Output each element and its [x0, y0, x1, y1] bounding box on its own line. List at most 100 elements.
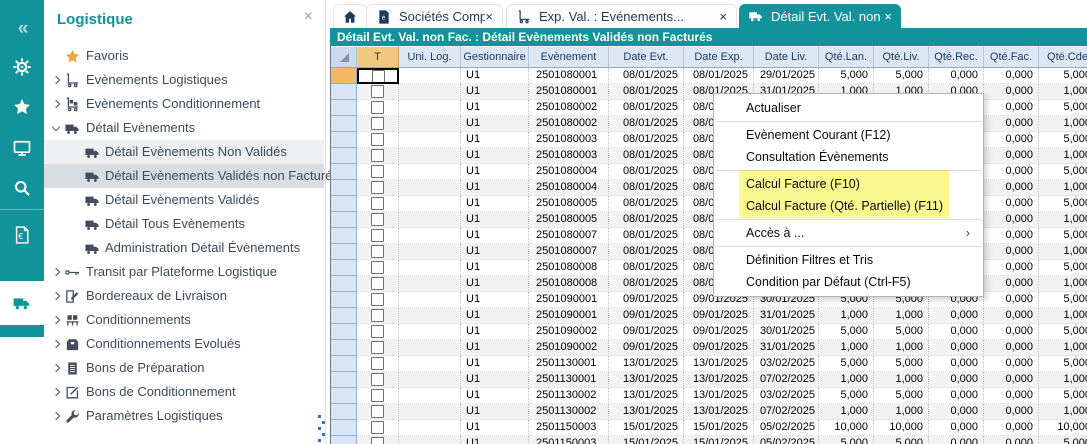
- row-selector[interactable]: [331, 292, 357, 308]
- cell-gestionnaire[interactable]: U1: [461, 356, 529, 372]
- cell-gestionnaire[interactable]: U1: [461, 340, 529, 356]
- cell-qt-rec-[interactable]: 0,000: [929, 404, 984, 420]
- grid-column-header-qt-liv-[interactable]: Qté.Liv.: [874, 46, 929, 68]
- grid-column-header-ev-nement[interactable]: Evènement: [529, 46, 609, 68]
- strip-search-icon[interactable]: [0, 171, 44, 205]
- cell-gestionnaire[interactable]: U1: [461, 292, 529, 308]
- cell-ev-nement[interactable]: 2501080007: [529, 228, 609, 244]
- cell-qt-lan-[interactable]: 5,000: [819, 436, 874, 444]
- cell-date-liv-[interactable]: 03/02/2025: [754, 356, 819, 372]
- t-checkbox-cell[interactable]: [357, 436, 399, 444]
- cell-qt-cde[interactable]: 5,000: [1039, 196, 1087, 212]
- row-selector[interactable]: [331, 84, 357, 100]
- row-checkbox[interactable]: [371, 229, 384, 242]
- cell-gestionnaire[interactable]: U1: [461, 164, 529, 180]
- row-selector[interactable]: [331, 148, 357, 164]
- sidebar-item-d-tail-ev-nements-valid-s-non-factur-s[interactable]: Détail Evènements Validés non Facturés: [44, 164, 324, 188]
- cell-gestionnaire[interactable]: U1: [461, 84, 529, 100]
- cell-qt-fac-[interactable]: 0,000: [984, 68, 1039, 84]
- row-checkbox[interactable]: [371, 389, 384, 402]
- cell-qt-lan-[interactable]: 1,000: [819, 404, 874, 420]
- cell-uni-log-[interactable]: [399, 84, 461, 100]
- cell-qt-liv-[interactable]: 10,000: [874, 420, 929, 436]
- t-checkbox-cell[interactable]: [357, 100, 399, 116]
- t-checkbox-cell[interactable]: [357, 196, 399, 212]
- sidebar-item-administration-d-tail-v-nements[interactable]: Administration Détail Évènements: [44, 236, 324, 260]
- table-row[interactable]: U1250115000315/01/202515/01/202505/02/20…: [331, 420, 1087, 436]
- cell-uni-log-[interactable]: [399, 164, 461, 180]
- cell-qt-fac-[interactable]: 0,000: [984, 372, 1039, 388]
- row-checkbox[interactable]: [371, 101, 384, 114]
- menu-item-acc-s[interactable]: Accès à ...›: [714, 222, 983, 244]
- cell-qt-lan-[interactable]: 1,000: [819, 340, 874, 356]
- cell-ev-nement[interactable]: 2501080002: [529, 100, 609, 116]
- cell-date-exp-[interactable]: 13/01/2025: [684, 372, 754, 388]
- grid-column-header-date-exp-[interactable]: Date Exp.: [684, 46, 754, 68]
- cell-ev-nement[interactable]: 2501130002: [529, 388, 609, 404]
- cell-qt-cde[interactable]: 5,000: [1039, 68, 1087, 84]
- cell-qt-rec-[interactable]: 0,000: [929, 388, 984, 404]
- cell-qt-cde[interactable]: 1,000: [1039, 308, 1087, 324]
- cell-uni-log-[interactable]: [399, 356, 461, 372]
- cell-ev-nement[interactable]: 2501080004: [529, 164, 609, 180]
- tab-home[interactable]: [333, 4, 367, 28]
- cell-qt-fac-[interactable]: 0,000: [984, 180, 1039, 196]
- cell-qt-rec-[interactable]: 0,000: [929, 324, 984, 340]
- cell-uni-log-[interactable]: [399, 420, 461, 436]
- cell-qt-fac-[interactable]: 0,000: [984, 356, 1039, 372]
- row-selector[interactable]: [331, 164, 357, 180]
- cell-uni-log-[interactable]: [399, 100, 461, 116]
- t-checkbox-cell[interactable]: [357, 372, 399, 388]
- row-selector[interactable]: [331, 260, 357, 276]
- cell-date-evt-[interactable]: 09/01/2025: [609, 308, 684, 324]
- cell-ev-nement[interactable]: 2501080005: [529, 212, 609, 228]
- cell-qt-liv-[interactable]: 5,000: [874, 324, 929, 340]
- cell-uni-log-[interactable]: [399, 180, 461, 196]
- cell-date-evt-[interactable]: 08/01/2025: [609, 116, 684, 132]
- cell-qt-cde[interactable]: 5,000: [1039, 292, 1087, 308]
- cell-qt-cde[interactable]: 5,000: [1039, 164, 1087, 180]
- sidebar-item-d-tail-ev-nements[interactable]: Détail Evènements: [44, 116, 324, 140]
- grid-column-header-qt-lan-[interactable]: Qté.Lan.: [819, 46, 874, 68]
- table-row[interactable]: U1250113000213/01/202513/01/202507/02/20…: [331, 404, 1087, 420]
- row-selector[interactable]: [331, 404, 357, 420]
- row-checkbox[interactable]: [371, 373, 384, 386]
- table-row[interactable]: U1250109000209/01/202509/01/202530/01/20…: [331, 324, 1087, 340]
- cell-qt-fac-[interactable]: 0,000: [984, 260, 1039, 276]
- cell-qt-fac-[interactable]: 0,000: [984, 148, 1039, 164]
- cell-ev-nement[interactable]: 2501080004: [529, 180, 609, 196]
- cell-ev-nement[interactable]: 2501130002: [529, 404, 609, 420]
- strip-truck-icon[interactable]: [0, 281, 44, 325]
- grid-column-header-qt-fac-[interactable]: Qté.Fac.: [984, 46, 1039, 68]
- cell-gestionnaire[interactable]: U1: [461, 404, 529, 420]
- cell-qt-fac-[interactable]: 0,000: [984, 244, 1039, 260]
- table-row[interactable]: U1250109000109/01/202509/01/202531/01/20…: [331, 308, 1087, 324]
- cell-ev-nement[interactable]: 2501080007: [529, 244, 609, 260]
- cell-qt-cde[interactable]: 1,000: [1039, 84, 1087, 100]
- cell-date-evt-[interactable]: 09/01/2025: [609, 324, 684, 340]
- row-selector[interactable]: [331, 324, 357, 340]
- cell-date-evt-[interactable]: 09/01/2025: [609, 292, 684, 308]
- sidebar-item-conditionnements[interactable]: Conditionnements: [44, 308, 324, 332]
- cell-date-exp-[interactable]: 08/01/2025: [684, 68, 754, 84]
- cell-gestionnaire[interactable]: U1: [461, 388, 529, 404]
- menu-item-d-finition-filtres-et-tris[interactable]: Définition Filtres et Tris: [714, 249, 983, 271]
- row-checkbox[interactable]: [371, 149, 384, 162]
- cell-uni-log-[interactable]: [399, 308, 461, 324]
- cell-gestionnaire[interactable]: U1: [461, 324, 529, 340]
- cell-date-evt-[interactable]: 13/01/2025: [609, 404, 684, 420]
- sidebar-item-bons-de-pr-paration[interactable]: Bons de Préparation: [44, 356, 324, 380]
- cell-qt-lan-[interactable]: 1,000: [819, 308, 874, 324]
- tab-close-icon[interactable]: ×: [884, 10, 892, 23]
- row-selector[interactable]: [331, 388, 357, 404]
- cell-uni-log-[interactable]: [399, 404, 461, 420]
- table-row[interactable]: U1250108000108/01/202508/01/202529/01/20…: [331, 68, 1087, 84]
- row-checkbox[interactable]: [371, 421, 384, 434]
- cell-date-liv-[interactable]: 29/01/2025: [754, 68, 819, 84]
- cell-qt-fac-[interactable]: 0,000: [984, 388, 1039, 404]
- t-checkbox-cell[interactable]: [357, 132, 399, 148]
- cell-date-evt-[interactable]: 08/01/2025: [609, 260, 684, 276]
- t-checkbox-cell[interactable]: [357, 308, 399, 324]
- row-checkbox[interactable]: [371, 245, 384, 258]
- row-checkbox[interactable]: [371, 293, 384, 306]
